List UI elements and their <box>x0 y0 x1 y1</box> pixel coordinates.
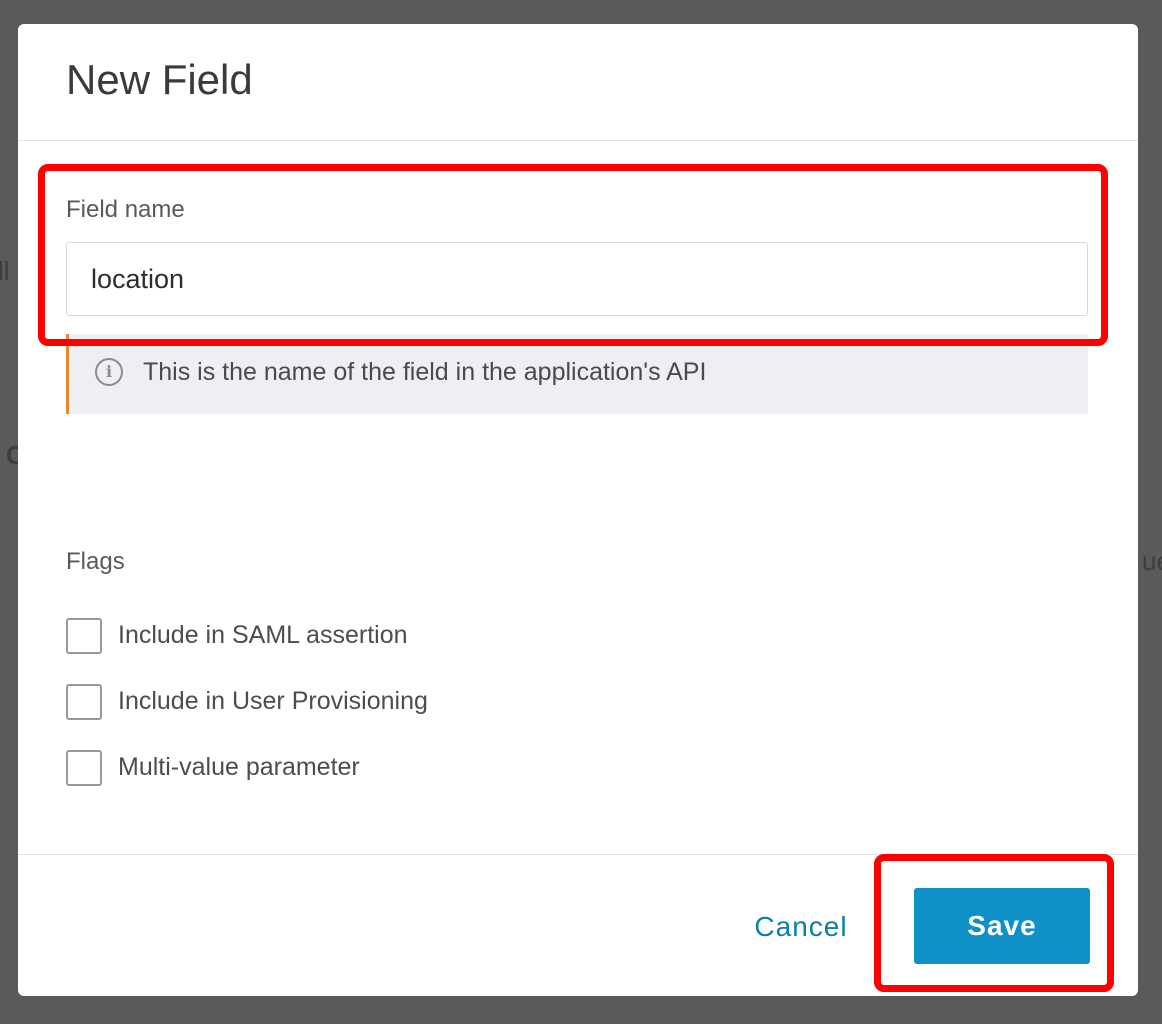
multivalue-checkbox-label[interactable]: Multi-value parameter <box>118 753 360 782</box>
dialog-header: New Field <box>18 24 1138 141</box>
background-text-fragment: ue <box>1142 546 1162 576</box>
provisioning-checkbox-label[interactable]: Include in User Provisioning <box>118 687 428 716</box>
cancel-button[interactable]: Cancel <box>744 904 858 950</box>
info-icon: i <box>95 358 123 386</box>
footer-divider <box>18 854 1138 855</box>
field-name-help: i This is the name of the field in the a… <box>66 334 1088 414</box>
saml-checkbox[interactable] <box>66 618 102 654</box>
dialog-title: New Field <box>66 56 253 103</box>
multivalue-checkbox[interactable] <box>66 750 102 786</box>
new-field-dialog: New Field Field name i This is the name … <box>18 24 1138 996</box>
field-name-input[interactable] <box>66 242 1088 316</box>
field-name-label: Field name <box>66 196 185 223</box>
flags-label: Flags <box>66 548 125 575</box>
background-text-fragment: ll <box>0 256 10 286</box>
saml-checkbox-label[interactable]: Include in SAML assertion <box>118 621 408 650</box>
help-text: This is the name of the field in the app… <box>143 358 707 386</box>
provisioning-checkbox[interactable] <box>66 684 102 720</box>
save-button[interactable]: Save <box>914 888 1090 964</box>
